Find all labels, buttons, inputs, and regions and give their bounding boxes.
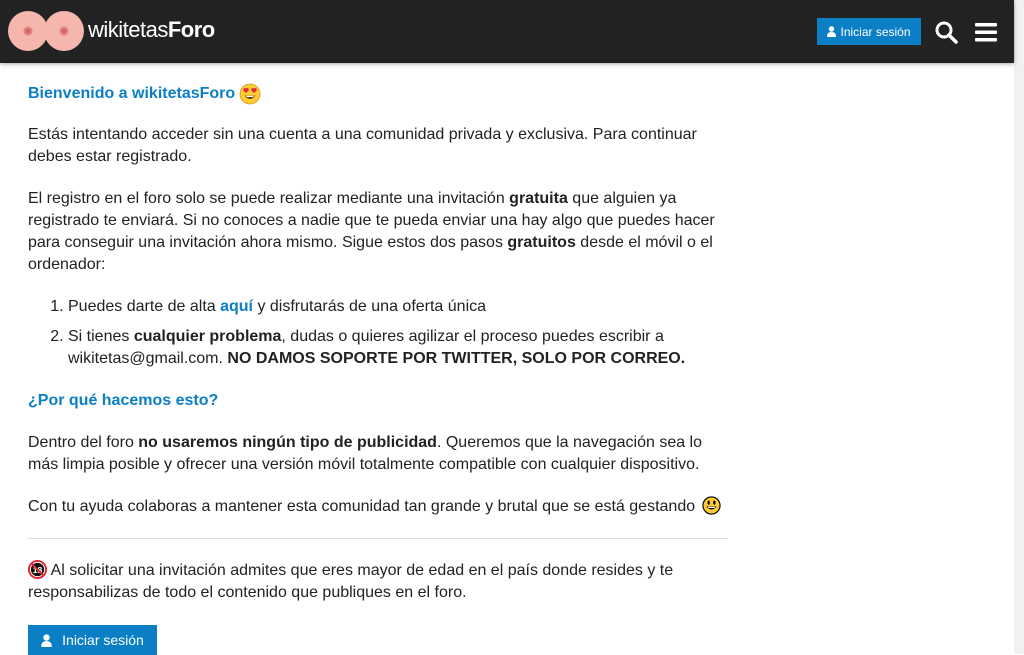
header-login-button[interactable]: Iniciar sesión bbox=[817, 18, 921, 45]
intro-paragraph: Estás intentando acceder sin una cuenta … bbox=[28, 126, 697, 165]
support-text: Con tu ayuda colaboras a mantener esta c… bbox=[28, 498, 696, 515]
step-2-pre: Si tienes bbox=[68, 328, 134, 345]
registration-paragraph: El registro en el foro solo se puede rea… bbox=[28, 188, 718, 276]
registration-bold-free: gratuita bbox=[509, 190, 568, 207]
list-item: Puedes darte de alta aquí y disfrutarás … bbox=[68, 296, 758, 318]
hamburger-menu-icon[interactable] bbox=[974, 20, 998, 44]
welcome-title: Bienvenido a wikitetasForo bbox=[28, 85, 236, 102]
site-logo-text[interactable]: wikitetasForo bbox=[88, 17, 215, 43]
site-header: wikitetasForo Iniciar sesión bbox=[0, 0, 1014, 63]
why-bold: no usaremos ningún tipo de publicidad bbox=[138, 434, 437, 451]
registration-bold-free-steps: gratuitos bbox=[507, 234, 576, 251]
why-paragraph: Dentro del foro no usaremos ningún tipo … bbox=[28, 432, 718, 476]
page-scrollbar[interactable] bbox=[1014, 0, 1024, 654]
content-divider bbox=[28, 538, 728, 539]
user-icon bbox=[827, 26, 837, 37]
header-login-label: Iniciar sesión bbox=[840, 24, 911, 39]
site-logo-icon[interactable] bbox=[8, 10, 84, 52]
step-1-post: y disfrutarás de una oferta única bbox=[253, 298, 487, 315]
steps-list: Puedes darte de alta aquí y disfrutarás … bbox=[28, 296, 758, 378]
login-button[interactable]: Iniciar sesión bbox=[28, 625, 157, 655]
welcome-heading: Bienvenido a wikitetasForo bbox=[28, 83, 261, 105]
login-button-label: Iniciar sesión bbox=[62, 632, 144, 648]
grinning-emoji-icon bbox=[701, 496, 721, 515]
search-icon[interactable] bbox=[934, 20, 958, 44]
registration-text-1: El registro en el foro solo se puede rea… bbox=[28, 190, 510, 207]
logo-text-bold: Foro bbox=[167, 17, 215, 42]
list-item: Si tienes cualquier problema, dudas o qu… bbox=[68, 326, 758, 370]
age-notice-paragraph: 18 Al solicitar una invitación admites q… bbox=[28, 559, 718, 604]
why-heading: ¿Por qué hacemos esto? bbox=[28, 392, 219, 409]
step-2-bold: cualquier problema bbox=[133, 328, 282, 345]
no-under-18-icon: 18 bbox=[28, 559, 47, 579]
signup-link[interactable]: aquí bbox=[220, 298, 253, 315]
heart-eyes-emoji-icon bbox=[239, 83, 261, 105]
user-icon bbox=[41, 633, 52, 647]
step-1-pre: Puedes darte de alta bbox=[68, 298, 221, 315]
step-2-support-warning: NO DAMOS SOPORTE POR TWITTER, SOLO POR C… bbox=[227, 350, 686, 367]
support-paragraph: Con tu ayuda colaboras a mantener esta c… bbox=[28, 496, 728, 518]
logo-text-thin: wikitetas bbox=[88, 17, 168, 42]
age-notice-text: Al solicitar una invitación admites que … bbox=[28, 562, 674, 601]
why-text-pre: Dentro del foro bbox=[28, 434, 139, 451]
